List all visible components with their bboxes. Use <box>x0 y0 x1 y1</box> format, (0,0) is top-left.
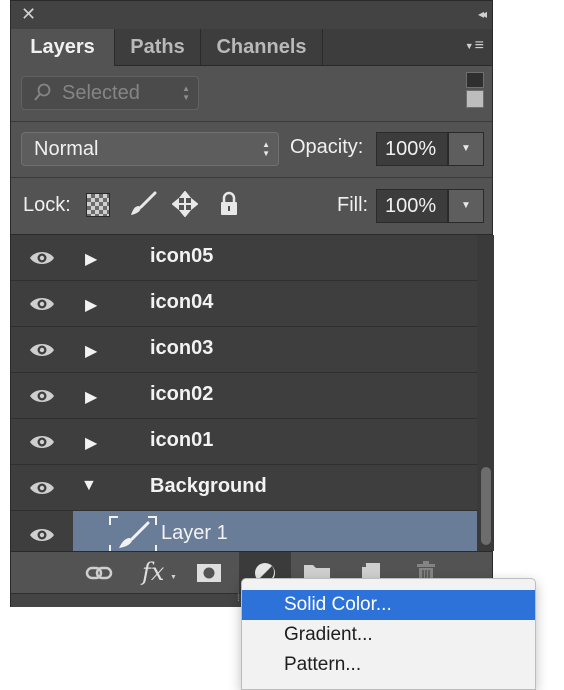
layer-row-background[interactable]: ▼ Background <box>11 465 477 511</box>
layer-name: Layer 1 <box>161 522 228 544</box>
eye-icon[interactable] <box>29 338 55 362</box>
blend-mode-value: Normal <box>34 138 99 160</box>
filter-type-select[interactable]: Selected ▲ ▼ <box>21 76 199 110</box>
lock-label: Lock: <box>23 194 71 216</box>
fill-dropdown-button[interactable]: ▼ <box>448 189 484 223</box>
filter-row: Selected ▲ ▼ <box>11 65 492 122</box>
lock-image-pixels-icon[interactable] <box>127 191 157 217</box>
layer-name: icon05 <box>150 245 214 267</box>
updown-arrows-icon: ▲ ▼ <box>182 84 190 102</box>
layer-row-icon02[interactable]: ▶ icon02 <box>11 373 477 419</box>
link-icon[interactable] <box>85 560 113 586</box>
layer-name: icon04 <box>150 291 214 313</box>
opacity-label: Opacity: <box>290 136 364 158</box>
lock-transparent-pixels-icon[interactable] <box>86 193 110 217</box>
tab-paths[interactable]: Paths <box>115 29 201 65</box>
menu-triangle-icon: ▼ <box>464 40 474 51</box>
eye-icon[interactable] <box>29 523 55 547</box>
layer-name: icon03 <box>150 337 214 359</box>
panel-menu-button[interactable]: ▼≡ <box>465 37 484 55</box>
menu-item-gradient[interactable]: Gradient... <box>242 620 535 650</box>
collapse-triangle-icon[interactable]: ▼ <box>81 477 97 495</box>
panel-tabs: Layers Paths Channels ▼≡ <box>11 29 492 66</box>
eye-icon[interactable] <box>29 430 55 454</box>
eye-icon[interactable] <box>29 384 55 408</box>
adjustment-popup-menu: Solid Color... Gradient... Pattern... <box>241 578 536 690</box>
expand-triangle-icon[interactable]: ▶ <box>85 387 97 407</box>
layers-panel: ✕ ◂◂ Layers Paths Channels ▼≡ Selected ▲… <box>10 0 494 607</box>
layer-name: icon02 <box>150 383 214 405</box>
search-icon <box>34 83 52 108</box>
fill-label: Fill: <box>337 194 369 216</box>
mask-icon[interactable] <box>195 560 223 586</box>
layer-row-icon01[interactable]: ▶ icon01 <box>11 419 477 465</box>
layer-thumbnail-brush-icon <box>108 515 158 551</box>
lock-position-icon[interactable] <box>171 190 199 218</box>
fx-icon[interactable]: fx <box>142 558 170 586</box>
blend-mode-select[interactable]: Normal ▲ ▼ <box>21 132 279 166</box>
layer-name: Background <box>150 475 267 497</box>
opacity-dropdown-button[interactable]: ▼ <box>448 132 484 166</box>
tab-layers[interactable]: Layers <box>11 29 115 66</box>
filter-toggle-switch[interactable] <box>466 72 484 110</box>
eye-icon[interactable] <box>29 292 55 316</box>
expand-triangle-icon[interactable]: ▶ <box>85 295 97 315</box>
fx-dropdown-triangle-icon: ▼ <box>170 574 177 581</box>
layer-name: icon01 <box>150 429 214 451</box>
expand-triangle-icon[interactable]: ▶ <box>85 433 97 453</box>
layer-row-icon05[interactable]: ▶ icon05 <box>11 235 477 281</box>
layers-scrollbar[interactable] <box>477 235 494 551</box>
scrollbar-thumb[interactable] <box>481 467 491 545</box>
tab-channels[interactable]: Channels <box>201 29 323 65</box>
updown-arrows-icon: ▲ ▼ <box>262 140 270 158</box>
expand-triangle-icon[interactable]: ▶ <box>85 249 97 269</box>
layers-list: ▶ icon05 ▶ icon04 ▶ icon03 ▶ icon02 ▶ ic… <box>11 235 477 551</box>
eye-icon[interactable] <box>29 476 55 500</box>
filter-type-value: Selected <box>62 82 140 104</box>
layer-row-icon03[interactable]: ▶ icon03 <box>11 327 477 373</box>
eye-icon[interactable] <box>29 246 55 270</box>
expand-triangle-icon[interactable]: ▶ <box>85 341 97 361</box>
hamburger-icon: ≡ <box>474 37 484 54</box>
close-icon[interactable]: ✕ <box>21 5 36 23</box>
fill-field[interactable]: 100% <box>376 189 448 223</box>
layer-row-icon04[interactable]: ▶ icon04 <box>11 281 477 327</box>
menu-item-pattern[interactable]: Pattern... <box>242 650 535 680</box>
menu-item-solid-color[interactable]: Solid Color... <box>242 590 535 620</box>
opacity-field[interactable]: 100% <box>376 132 448 166</box>
layer-row-layer-1[interactable]: Layer 1 <box>11 511 477 551</box>
collapse-icon[interactable]: ◂◂ <box>478 7 487 21</box>
panel-titlebar: ✕ ◂◂ <box>11 1 492 29</box>
lock-all-icon[interactable] <box>218 191 244 217</box>
